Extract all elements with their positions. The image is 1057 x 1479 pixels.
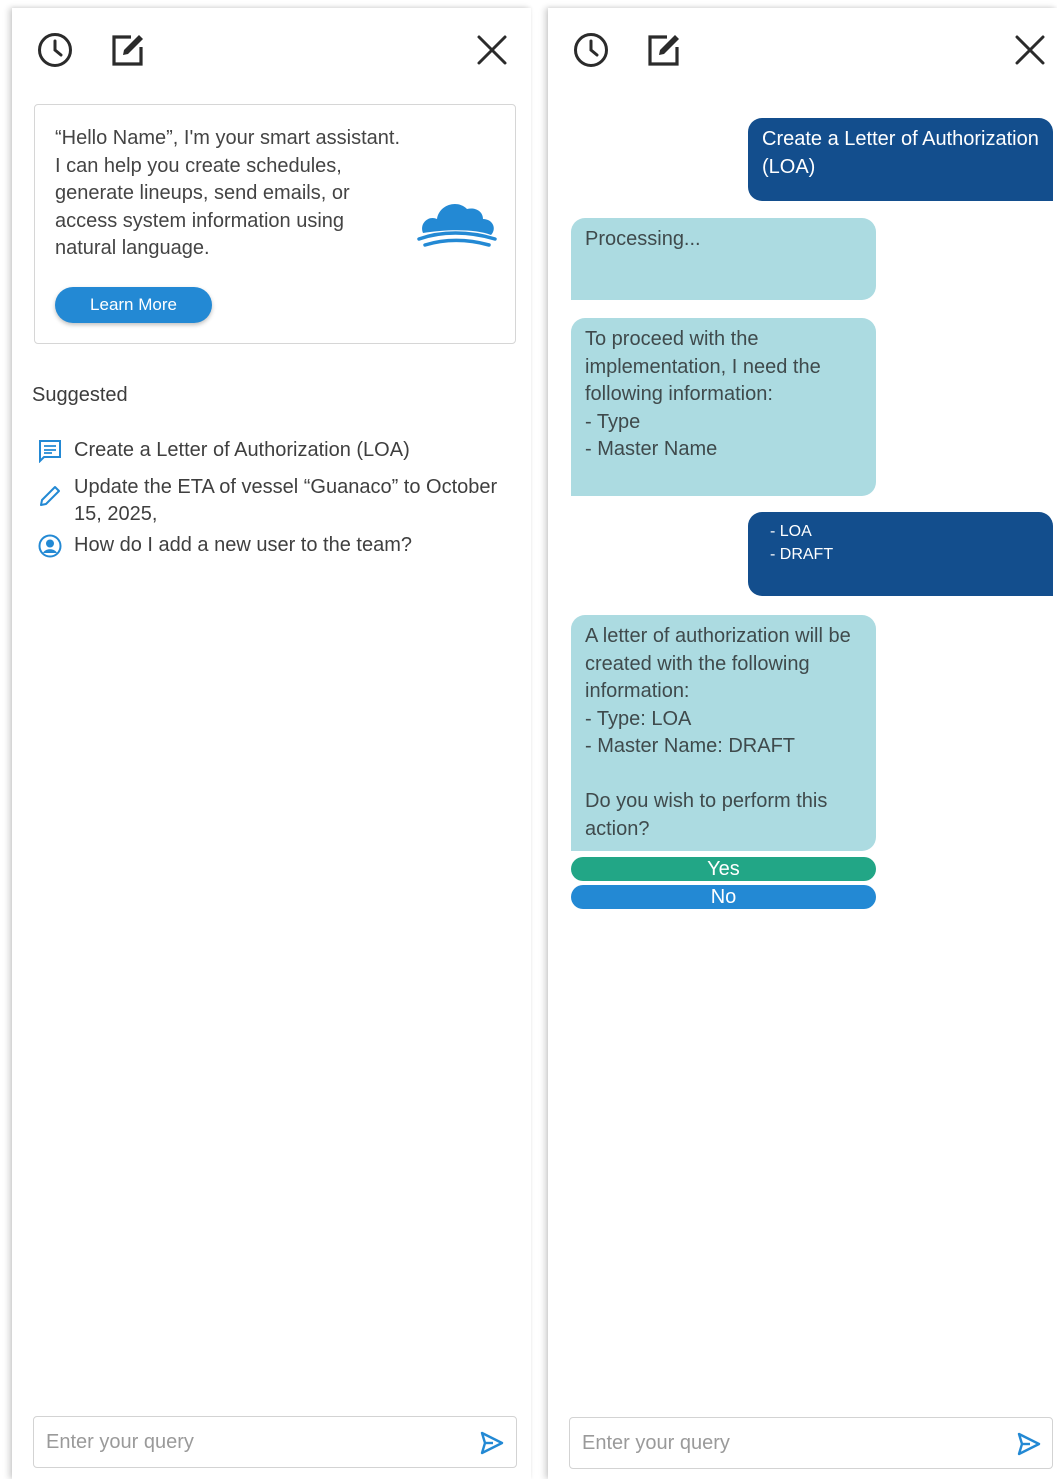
no-button[interactable]: No <box>571 885 876 909</box>
suggestion-add-user[interactable]: How do I add a new user to the team? <box>38 532 514 563</box>
history-icon[interactable] <box>571 30 611 70</box>
query-box <box>569 1417 1053 1469</box>
suggestion-text: Create a Letter of Authorization (LOA) <box>74 439 410 461</box>
query-box <box>33 1416 517 1468</box>
suggestion-text: Update the ETA of vessel “Guanaco” to Oc… <box>74 476 498 525</box>
history-icon[interactable] <box>35 30 75 70</box>
intro-text: “Hello Name”, I'm your smart assistant. … <box>55 127 401 259</box>
message-icon <box>38 439 64 468</box>
yes-button[interactable]: Yes <box>571 857 876 881</box>
suggestion-create-loa[interactable]: Create a Letter of Authorization (LOA) <box>38 437 514 468</box>
cloud-logo-icon <box>417 199 497 256</box>
query-input[interactable] <box>582 1418 982 1468</box>
close-icon[interactable] <box>472 30 512 70</box>
user-message: - LOA - DRAFT <box>748 512 1053 596</box>
send-icon[interactable] <box>1016 1431 1042 1457</box>
assistant-message: To proceed with the implementation, I ne… <box>571 318 876 496</box>
compose-icon[interactable] <box>108 30 148 70</box>
user-message: Create a Letter of Authorization (LOA) <box>748 118 1053 201</box>
suggestion-text: How do I add a new user to the team? <box>74 534 412 556</box>
compose-icon[interactable] <box>644 30 684 70</box>
user-circle-icon <box>38 534 64 563</box>
assistant-message: A letter of authorization will be create… <box>571 615 876 851</box>
suggestion-update-eta[interactable]: Update the ETA of vessel “Guanaco” to Oc… <box>38 474 514 528</box>
assistant-message: Processing... <box>571 218 876 300</box>
assistant-panel-home: “Hello Name”, I'm your smart assistant. … <box>12 8 531 1479</box>
query-input[interactable] <box>46 1417 446 1467</box>
intro-card: “Hello Name”, I'm your smart assistant. … <box>34 104 516 344</box>
pencil-icon <box>38 476 64 528</box>
assistant-panel-chat: Create a Letter of Authorization (LOA) P… <box>548 8 1057 1479</box>
suggested-title: Suggested <box>32 384 128 406</box>
close-icon[interactable] <box>1010 30 1050 70</box>
send-icon[interactable] <box>479 1430 505 1456</box>
learn-more-button[interactable]: Learn More <box>55 287 212 323</box>
